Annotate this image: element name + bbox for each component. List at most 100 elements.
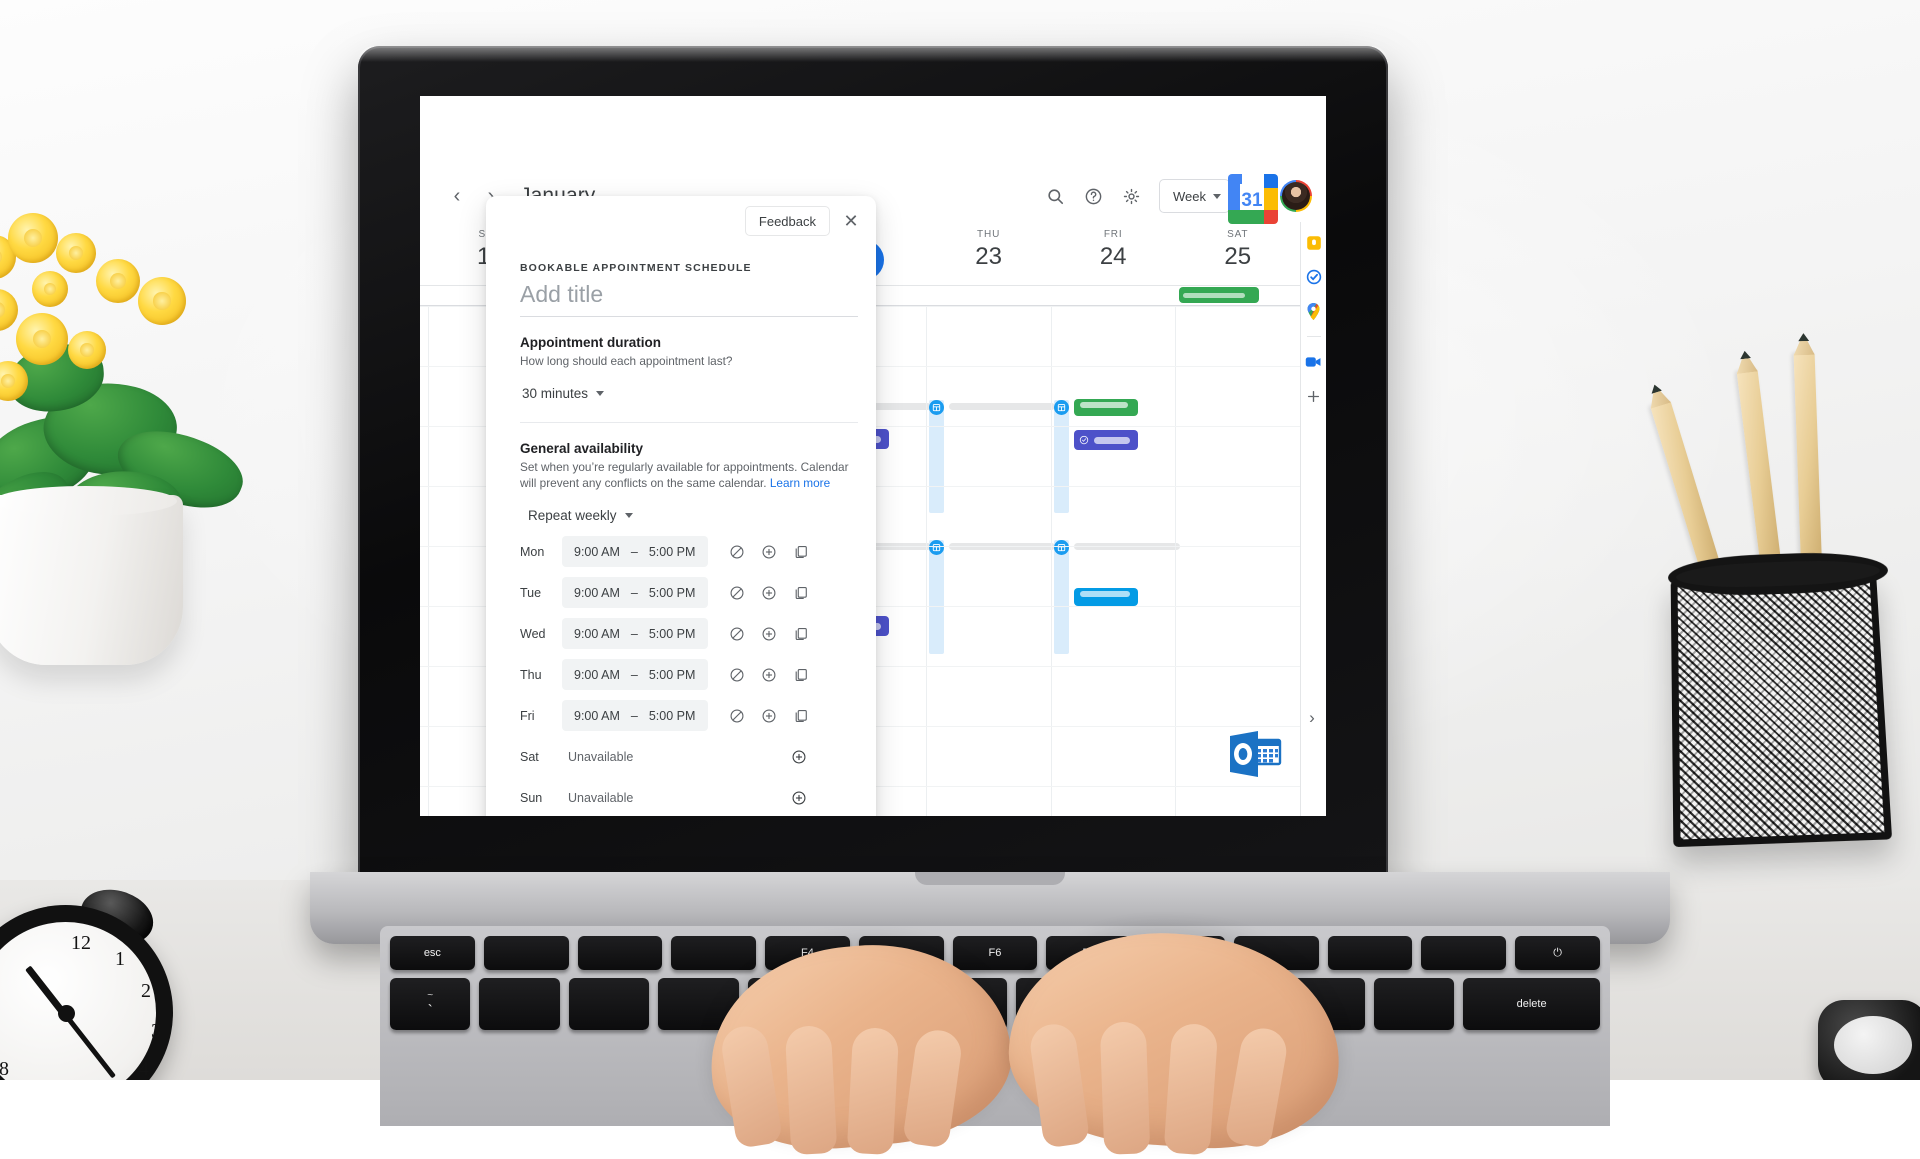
all-day-cell[interactable]: [1051, 286, 1176, 305]
add-interval-icon[interactable]: [760, 707, 778, 725]
expand-panel-button[interactable]: ›: [1302, 708, 1322, 728]
key-f11[interactable]: [1421, 936, 1506, 970]
availability-row-tue: Tue 9:00 AM – 5:00 PM: [520, 576, 858, 609]
wristwatch: [1818, 1000, 1920, 1080]
add-interval-icon[interactable]: [760, 666, 778, 684]
chevron-down-icon: [1213, 194, 1221, 199]
mark-unavailable-icon[interactable]: [728, 625, 746, 643]
section-appointment-duration: Appointment duration How long should eac…: [520, 317, 858, 405]
all-day-cell[interactable]: [1175, 286, 1300, 305]
key-f10[interactable]: [1328, 936, 1413, 970]
key-2[interactable]: [569, 978, 649, 1030]
left-hand: [710, 926, 1010, 1146]
add-interval-icon[interactable]: [760, 584, 778, 602]
mark-unavailable-icon[interactable]: [728, 666, 746, 684]
help-icon[interactable]: [1075, 178, 1111, 214]
day-header-fri[interactable]: FRI 24: [1051, 222, 1176, 285]
all-day-event[interactable]: [1179, 287, 1259, 303]
availability-row-sat: Sat Unavailable: [520, 740, 858, 773]
day-number: 25: [1175, 242, 1300, 272]
day-label: Wed: [520, 627, 562, 641]
duration-dropdown[interactable]: 30 minutes: [520, 382, 606, 405]
key-f2[interactable]: [578, 936, 663, 970]
event-green[interactable]: [1074, 399, 1138, 416]
availability-row-wed: Wed 9:00 AM – 5:00 PM: [520, 617, 858, 650]
gcal-logo-day: 31: [1241, 190, 1263, 211]
duplicate-icon[interactable]: [792, 707, 810, 725]
section-general-availability: General availability Set when you’re reg…: [520, 423, 858, 814]
meet-icon[interactable]: [1305, 353, 1323, 371]
day-label: Sat: [520, 750, 562, 764]
day-label: Mon: [520, 545, 562, 559]
event-blue[interactable]: [1074, 588, 1138, 606]
unavailable-label: Unavailable: [568, 791, 790, 805]
key-power[interactable]: ⏻: [1515, 936, 1600, 970]
add-interval-icon[interactable]: [790, 789, 808, 807]
duplicate-icon[interactable]: [792, 625, 810, 643]
availability-row-thu: Thu 9:00 AM – 5:00 PM: [520, 658, 858, 691]
keep-icon[interactable]: [1305, 234, 1323, 252]
mark-unavailable-icon[interactable]: [728, 707, 746, 725]
title-input[interactable]: [520, 274, 858, 317]
time-range-mon[interactable]: 9:00 AM – 5:00 PM: [562, 536, 708, 567]
time-range-wed[interactable]: 9:00 AM – 5:00 PM: [562, 618, 708, 649]
maps-pin-icon[interactable]: [1305, 302, 1323, 320]
day-column-thu[interactable]: [926, 306, 1051, 816]
key-sub-label: ~: [427, 990, 433, 1001]
mark-unavailable-icon[interactable]: [728, 584, 746, 602]
key-1[interactable]: [479, 978, 559, 1030]
dialog-kicker: BOOKABLE APPOINTMENT SCHEDULE: [520, 262, 858, 274]
key-delete[interactable]: delete: [1463, 978, 1600, 1030]
availability-row-fri: Fri 9:00 AM – 5:00 PM: [520, 699, 858, 732]
busy-band: [1054, 540, 1069, 654]
range-separator: –: [631, 709, 638, 723]
duplicate-icon[interactable]: [792, 584, 810, 602]
potted-plant: [0, 185, 300, 665]
add-interval-icon[interactable]: [760, 625, 778, 643]
end-time: 5:00 PM: [649, 668, 696, 682]
day-number: 23: [926, 242, 1051, 272]
repeat-dropdown[interactable]: Repeat weekly: [526, 504, 635, 527]
duration-subtext: How long should each appointment last?: [520, 353, 858, 369]
key-backtick[interactable]: ~ `: [390, 978, 470, 1030]
chevron-down-icon: [625, 513, 633, 518]
learn-more-link[interactable]: Learn more: [770, 476, 830, 490]
right-hand: [1010, 916, 1340, 1146]
availability-row-sun: Sun Unavailable: [520, 781, 858, 814]
close-icon[interactable]: ✕: [836, 206, 866, 236]
settings-gear-icon[interactable]: [1113, 178, 1149, 214]
key-minus[interactable]: [1374, 978, 1454, 1030]
duration-heading: Appointment duration: [520, 335, 858, 350]
laptop-screen: ‹ › January: [420, 96, 1326, 816]
key-esc[interactable]: esc: [390, 936, 475, 970]
add-icon[interactable]: [1305, 387, 1323, 405]
all-day-cell[interactable]: [926, 286, 1051, 305]
tasks-icon[interactable]: [1305, 268, 1323, 286]
view-select[interactable]: Week: [1159, 179, 1230, 213]
feedback-button[interactable]: Feedback: [745, 206, 830, 236]
search-icon[interactable]: [1037, 178, 1073, 214]
duplicate-icon[interactable]: [792, 543, 810, 561]
availability-heading: General availability: [520, 441, 858, 456]
prev-week-button[interactable]: ‹: [440, 179, 474, 213]
event-task[interactable]: [1074, 430, 1138, 450]
add-interval-icon[interactable]: [760, 543, 778, 561]
laptop-lid: ‹ › January: [358, 46, 1388, 881]
time-range-thu[interactable]: 9:00 AM – 5:00 PM: [562, 659, 708, 690]
time-range-fri[interactable]: 9:00 AM – 5:00 PM: [562, 700, 708, 731]
view-select-value: Week: [1173, 189, 1206, 204]
key-f1[interactable]: [484, 936, 569, 970]
add-interval-icon[interactable]: [790, 748, 808, 766]
rail-divider: [1307, 336, 1321, 337]
day-header-thu[interactable]: THU 23: [926, 222, 1051, 285]
time-range-tue[interactable]: 9:00 AM – 5:00 PM: [562, 577, 708, 608]
placeholder-title-bar: [949, 403, 1055, 410]
dow-label: SAT: [1175, 229, 1300, 240]
avatar[interactable]: [1280, 180, 1312, 212]
mark-unavailable-icon[interactable]: [728, 543, 746, 561]
day-column-fri[interactable]: [1051, 306, 1176, 816]
duplicate-icon[interactable]: [792, 666, 810, 684]
start-time: 9:00 AM: [574, 709, 620, 723]
end-time: 5:00 PM: [649, 709, 696, 723]
day-header-sat[interactable]: SAT 25: [1175, 222, 1300, 285]
